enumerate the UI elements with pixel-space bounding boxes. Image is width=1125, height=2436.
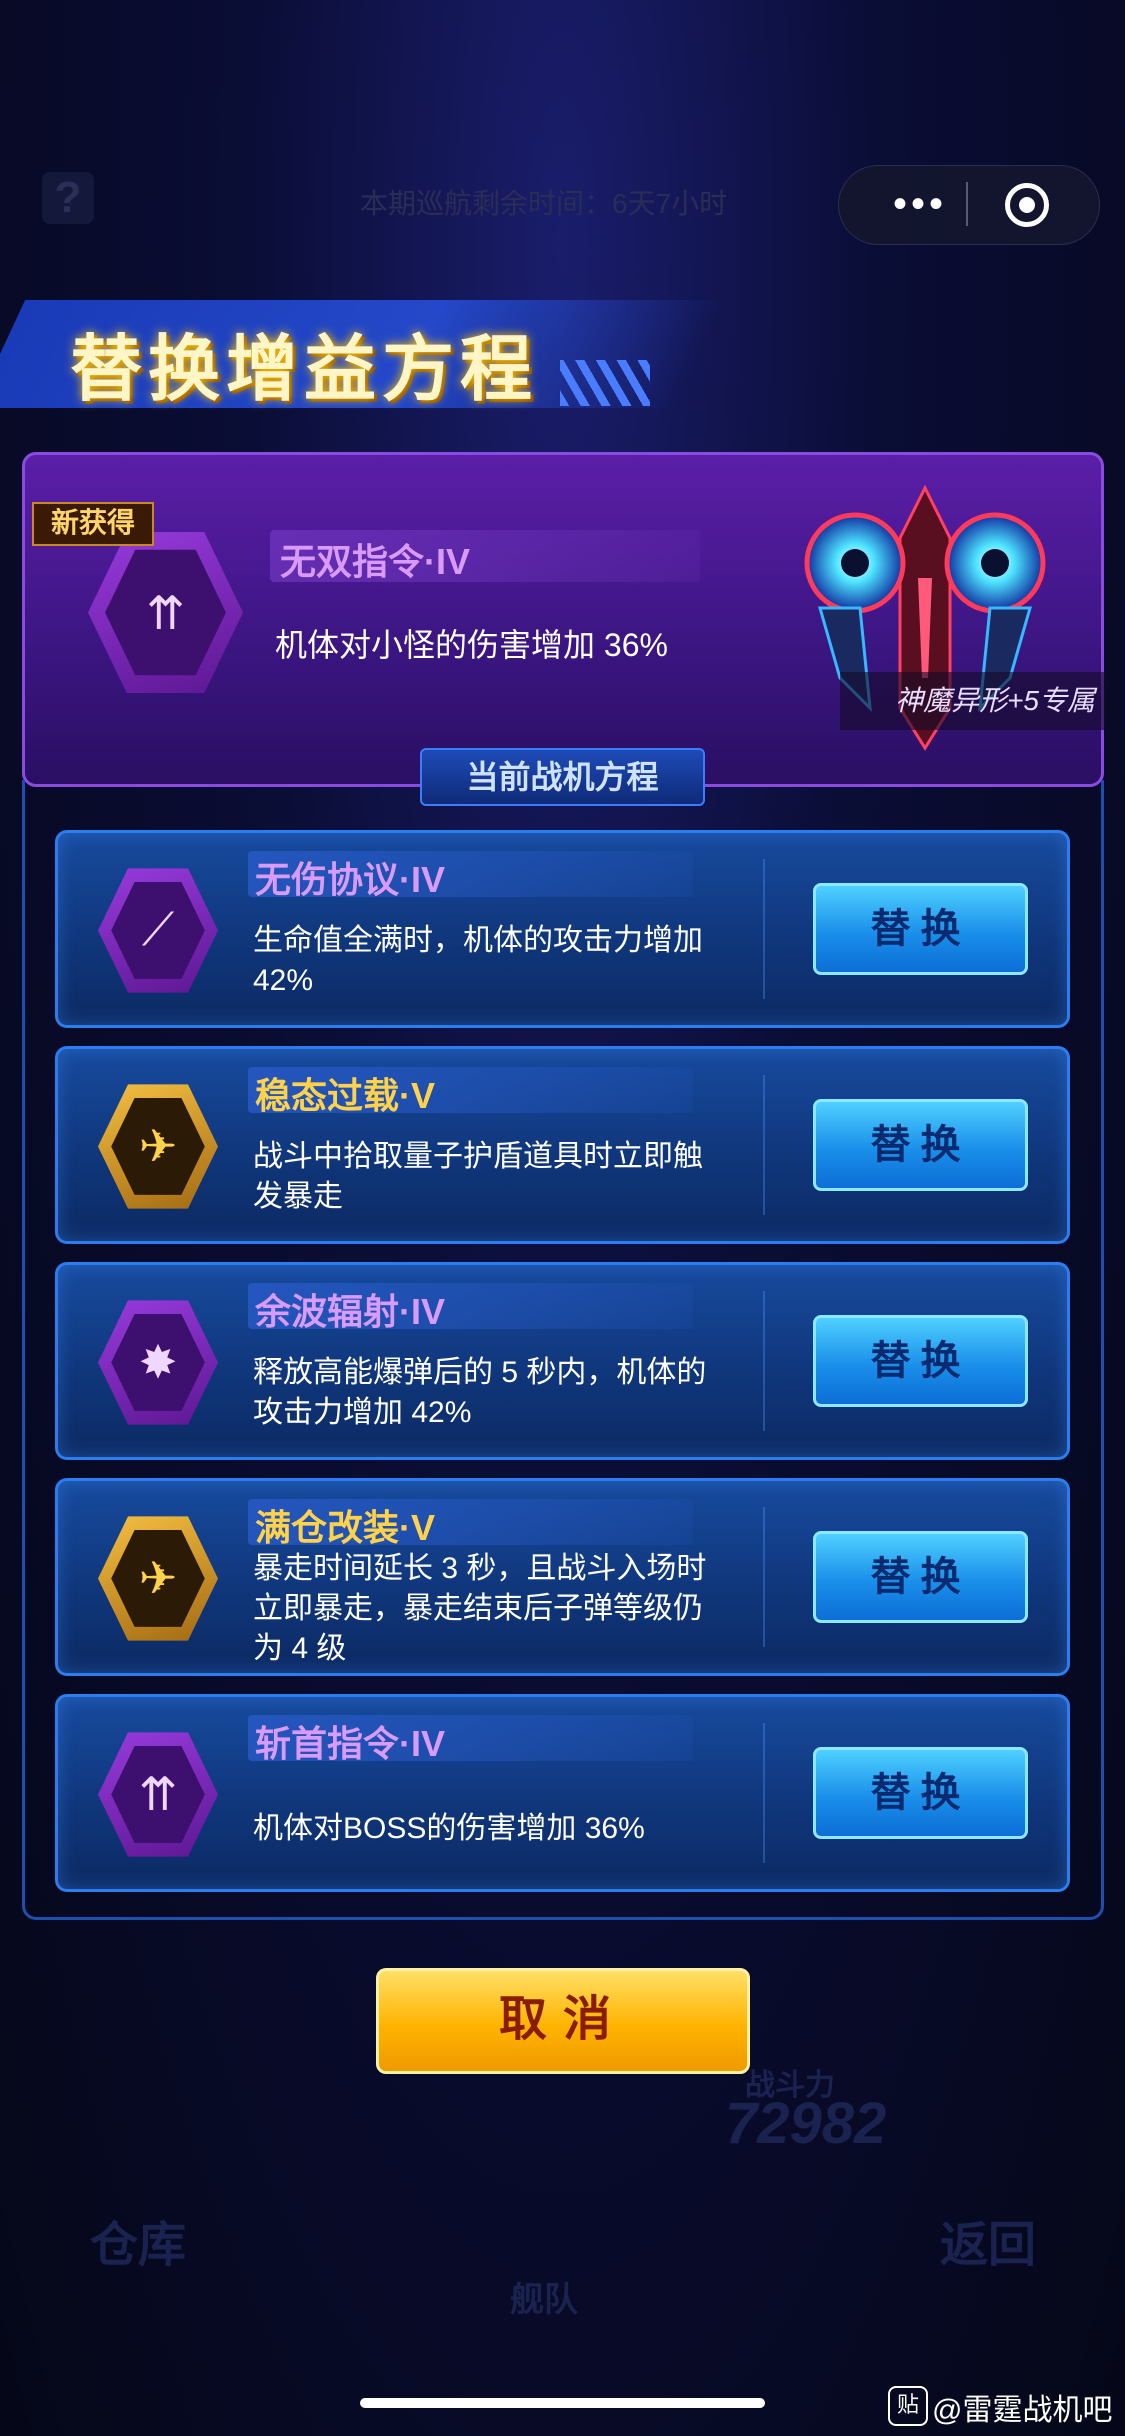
equation-description: 战斗中拾取量子护盾道具时立即触发暴走 xyxy=(253,1140,703,1213)
blast-arrows-icon: ✸ xyxy=(111,1314,205,1411)
equation-name: 稳态过载·V xyxy=(255,1075,436,1116)
capsule-divider xyxy=(966,182,968,226)
replace-button[interactable]: 替换 xyxy=(813,1747,1028,1839)
equation-description: 机体对BOSS的伤害增加 36% xyxy=(253,1812,645,1845)
help-button[interactable]: ? xyxy=(42,172,94,224)
card-divider xyxy=(763,1291,765,1431)
slash-feather-icon: ⟋ xyxy=(111,882,205,979)
equation-card: ✈ 稳态过载·V 战斗中拾取量子护盾道具时立即触发暴走 替换 xyxy=(55,1046,1070,1244)
home-indicator[interactable] xyxy=(360,2398,765,2408)
new-item-name: 无双指令·IV xyxy=(280,541,471,582)
close-target-icon[interactable] xyxy=(1005,183,1049,227)
new-obtained-tag: 新获得 xyxy=(32,502,154,546)
equation-description: 生命值全满时，机体的攻击力增加 42% xyxy=(253,924,703,997)
shield-fighter-icon: ✈ xyxy=(111,1098,205,1195)
equation-icon: ⟋ xyxy=(98,868,218,993)
equation-icon: ✸ xyxy=(98,1300,218,1425)
more-icon[interactable]: ••• xyxy=(870,172,970,236)
bg-fleet-label: 舰队 xyxy=(510,2281,578,2319)
equation-card: ✸ 余波辐射·IV 释放高能爆弹后的 5 秒内，机体的攻击力增加 42% 替换 xyxy=(55,1262,1070,1460)
card-divider xyxy=(763,1075,765,1215)
card-divider xyxy=(763,1507,765,1647)
equation-name: 满仓改装·V xyxy=(255,1507,436,1548)
equation-icon: ✈ xyxy=(98,1084,218,1209)
replace-button[interactable]: 替换 xyxy=(813,883,1028,975)
equation-description: 释放高能爆弹后的 5 秒内，机体的攻击力增加 42% xyxy=(253,1356,707,1429)
mech-arrows-icon: ⇈ xyxy=(111,1746,205,1843)
equation-card: ✈ 满仓改装·V 暴走时间延长 3 秒，且战斗入场时立即暴走，暴走结束后子弹等级… xyxy=(55,1478,1070,1676)
replace-button[interactable]: 替换 xyxy=(813,1315,1028,1407)
tieba-logo-icon: 贴 xyxy=(888,2386,928,2426)
equation-name: 斩首指令·IV xyxy=(255,1723,446,1764)
ship-exclusive-caption: 神魔异形+5专属 xyxy=(840,672,1105,730)
watermark: @雷霆战机吧 xyxy=(932,2394,1113,2427)
current-section-title: 当前战机方程 xyxy=(466,759,659,795)
cruise-remaining-time: 本期巡航剩余时间：6天7小时 xyxy=(360,188,728,219)
equation-icon: ⇈ xyxy=(98,1732,218,1857)
bg-power-value: 72982 xyxy=(725,2091,887,2156)
equation-name: 无伤协议·IV xyxy=(255,859,446,900)
replace-button[interactable]: 替换 xyxy=(813,1099,1028,1191)
new-item-description: 机体对小怪的伤害增加 36% xyxy=(275,627,668,663)
replace-button[interactable]: 替换 xyxy=(813,1531,1028,1623)
cancel-button[interactable]: 取消 xyxy=(376,1968,750,2074)
equation-description: 暴走时间延长 3 秒，且战斗入场时立即暴走，暴走结束后子弹等级仍为 4 级 xyxy=(253,1552,707,1665)
equation-card: ⟋ 无伤协议·IV 生命值全满时，机体的攻击力增加 42% 替换 xyxy=(55,830,1070,1028)
equation-icon: ✈ xyxy=(98,1516,218,1641)
winged-fighter-icon: ✈ xyxy=(111,1530,205,1627)
bg-warehouse-label: 仓库 xyxy=(90,2219,187,2272)
card-divider xyxy=(763,859,765,999)
bg-back-label: 返回 xyxy=(940,2219,1037,2272)
card-divider xyxy=(763,1723,765,1863)
equation-card: ⇈ 斩首指令·IV 机体对BOSS的伤害增加 36% 替换 xyxy=(55,1694,1070,1892)
fighter-arrows-icon: ⇈ xyxy=(105,549,226,676)
page-title: 替换增益方程 xyxy=(70,330,539,410)
title-stripes xyxy=(560,360,650,406)
equation-name: 余波辐射·IV xyxy=(255,1291,446,1332)
